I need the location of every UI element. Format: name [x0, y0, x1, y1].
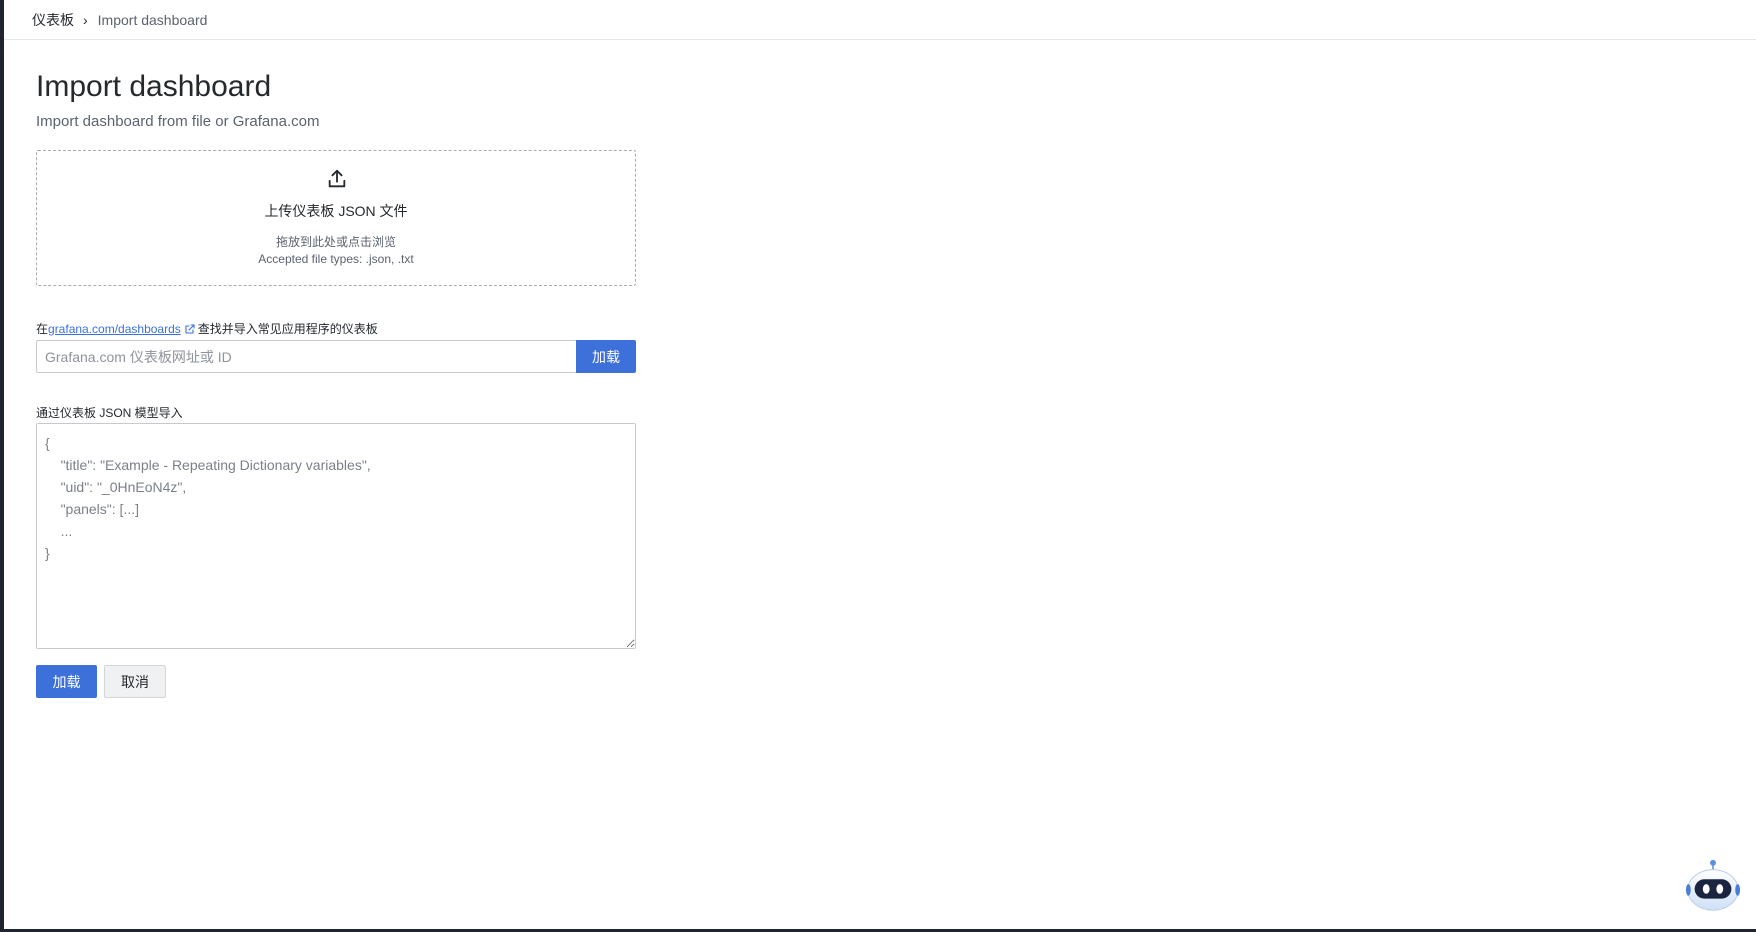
- grafana-com-url-input[interactable]: [36, 340, 576, 373]
- breadcrumb: 仪表板 › Import dashboard: [4, 0, 1756, 40]
- breadcrumb-current: Import dashboard: [97, 11, 208, 28]
- page-subtitle: Import dashboard from file or Grafana.co…: [36, 113, 320, 130]
- upload-title: 上传仪表板 JSON 文件: [264, 203, 408, 219]
- grafana-com-label: 在 grafana.com/dashboards 查找并导入常见应用程序的仪表板: [36, 320, 378, 337]
- grafana-com-dashboards-link[interactable]: grafana.com/dashboards: [48, 322, 181, 336]
- upload-icon: [328, 169, 346, 188]
- grafana-com-label-prefix: 在: [36, 322, 49, 336]
- json-model-label: 通过仪表板 JSON 模型导入: [36, 406, 183, 420]
- load-button[interactable]: 加载: [36, 665, 97, 698]
- upload-hint: 拖放到此处或点击浏览: [275, 235, 396, 249]
- cancel-button[interactable]: 取消: [104, 665, 166, 698]
- robot-assistant-icon[interactable]: [1684, 858, 1742, 916]
- external-link-icon: [185, 323, 195, 334]
- json-model-textarea[interactable]: [36, 423, 636, 649]
- file-upload-dropzone[interactable]: 上传仪表板 JSON 文件 拖放到此处或点击浏览 Accepted file t…: [36, 150, 636, 286]
- grafana-com-load-button[interactable]: 加载: [576, 340, 636, 373]
- grafana-com-input-row: 加载: [36, 340, 636, 373]
- breadcrumb-dashboards-link[interactable]: 仪表板: [32, 10, 74, 30]
- breadcrumb-separator: ›: [83, 11, 88, 28]
- page-title: Import dashboard: [36, 70, 272, 103]
- import-dashboard-page: 仪表板 › Import dashboard Import dashboard …: [4, 0, 1756, 929]
- grafana-com-label-suffix: 查找并导入常见应用程序的仪表板: [197, 322, 378, 336]
- accepted-file-types: Accepted file types: .json, .txt: [258, 252, 414, 266]
